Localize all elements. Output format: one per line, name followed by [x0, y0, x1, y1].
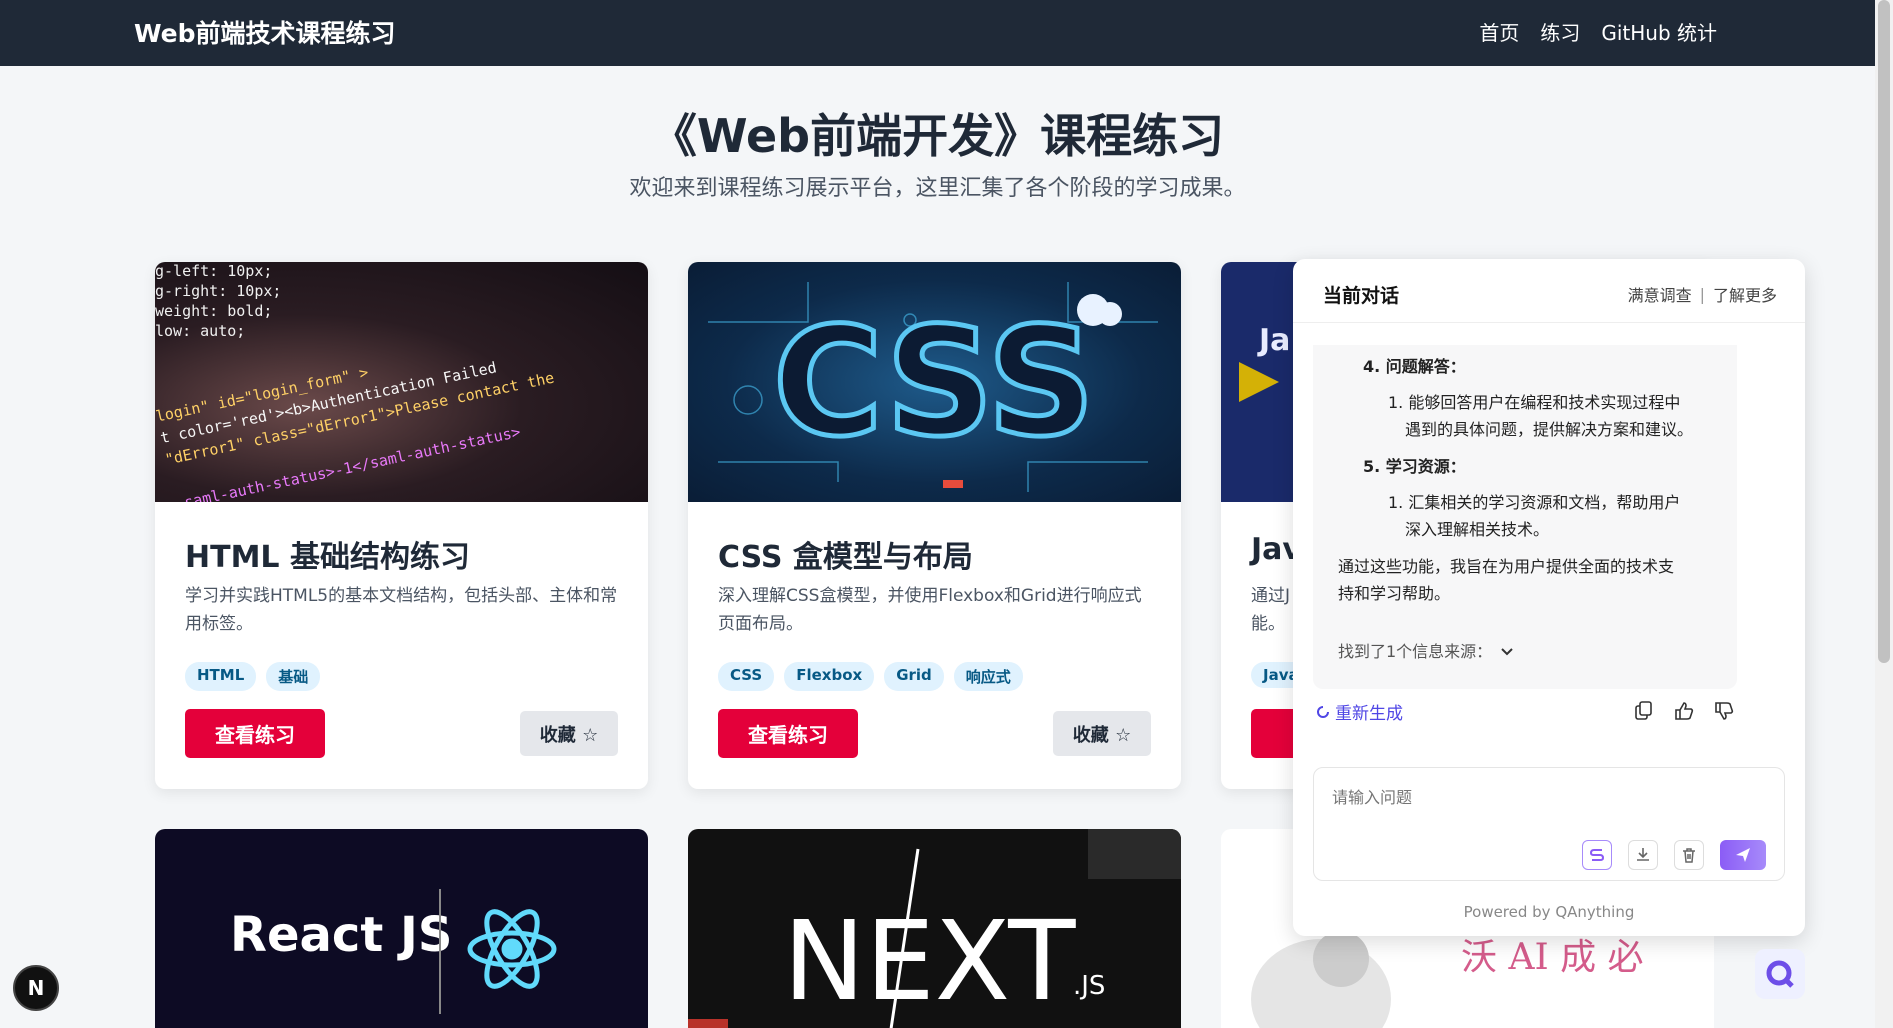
- card-title: CSS 盒模型与布局: [718, 540, 973, 575]
- card-image-css: CSS: [688, 262, 1181, 502]
- next-logo-text: NEXT: [783, 897, 1076, 1025]
- tag: Grid: [884, 662, 944, 691]
- survey-link[interactable]: 满意调查: [1628, 282, 1692, 306]
- regenerate-button[interactable]: 重新生成: [1315, 699, 1403, 724]
- message-actions: [1633, 700, 1735, 722]
- download-icon[interactable]: [1628, 840, 1658, 870]
- copy-icon[interactable]: [1633, 700, 1655, 722]
- tag: 基础: [266, 662, 321, 691]
- tag: Flexbox: [784, 662, 875, 691]
- favorite-button[interactable]: 收藏 ☆: [1053, 711, 1151, 756]
- page-title: 《Web前端开发》课程练习: [650, 109, 1225, 163]
- chevron-down-icon: [1501, 647, 1513, 655]
- chat-header-links: 满意调查 | 了解更多: [1628, 282, 1777, 306]
- nav-github-stats[interactable]: GitHub 统计: [1601, 17, 1717, 46]
- page-subtitle: 欢迎来到课程练习展示平台，这里汇集了各个阶段的学习成果。: [629, 176, 1246, 201]
- tag: 响应式: [953, 662, 1023, 691]
- qanything-launcher-button[interactable]: [1755, 949, 1805, 999]
- course-card-react: React JS: [155, 829, 648, 1028]
- tag: HTML: [185, 662, 257, 691]
- card-title: HTML 基础结构练习: [185, 540, 470, 575]
- course-card-next: NEXT .JS: [688, 829, 1181, 1028]
- summary-line: 持和学习帮助。: [1338, 584, 1451, 603]
- code-line: saml-auth-status>-1</saml-auth-status>: [183, 423, 522, 502]
- scrollbar-thumb[interactable]: [1878, 0, 1890, 663]
- code-line: g-left: 10px;: [155, 262, 272, 280]
- ai-image-text: 沃 AI 成 必: [1461, 937, 1644, 978]
- nav-practice[interactable]: 练习: [1540, 17, 1580, 46]
- chat-panel: 当前对话 满意调查 | 了解更多 4. 问题解答： 1. 能够回答用户在编程和技…: [1293, 259, 1805, 936]
- list-item-heading: 4. 问题解答：: [1363, 357, 1466, 376]
- card-description: 深入理解CSS盒模型，并使用Flexbox和Grid进行响应式页面布局。: [718, 586, 1142, 634]
- nav-links: 首页 练习 GitHub 统计: [1479, 17, 1717, 46]
- refresh-icon: [1317, 705, 1329, 718]
- send-button[interactable]: [1720, 840, 1766, 870]
- card-tags: HTML 基础: [185, 662, 321, 691]
- send-icon: [1736, 848, 1750, 862]
- tag: CSS: [718, 662, 775, 691]
- powered-by: Powered by QAnything: [1463, 903, 1635, 921]
- card-image-code: g-left: 10px; g-right: 10px; weight: bol…: [155, 262, 648, 502]
- input-toolbar: [1582, 840, 1766, 870]
- qanything-icon: [1766, 960, 1794, 988]
- react-logo-text: React JS: [230, 907, 452, 963]
- course-card-html: g-left: 10px; g-right: 10px; weight: bol…: [155, 262, 648, 789]
- list-subitem-cont: 深入理解相关技术。: [1405, 520, 1550, 539]
- css-logo-text: CSS: [773, 296, 1095, 470]
- top-nav-bar: Web前端技术课程练习 首页 练习 GitHub 统计: [0, 0, 1875, 66]
- chat-header: 当前对话 满意调查 | 了解更多: [1293, 259, 1805, 323]
- next-dev-indicator[interactable]: N: [13, 965, 59, 1011]
- favorite-button[interactable]: 收藏 ☆: [520, 711, 618, 756]
- list-subitem: 1. 能够回答用户在编程和技术实现过程中: [1388, 393, 1681, 412]
- list-subitem-cont: 遇到的具体问题，提供解决方案和建议。: [1405, 420, 1694, 439]
- learn-more-link[interactable]: 了解更多: [1713, 282, 1777, 306]
- page-scrollbar[interactable]: [1875, 0, 1893, 1028]
- chat-input-box: [1313, 767, 1785, 881]
- code-line: g-right: 10px;: [155, 282, 281, 300]
- view-practice-button[interactable]: 查看练习: [718, 709, 858, 758]
- react-atom-icon: [467, 909, 557, 989]
- brand-title[interactable]: Web前端技术课程练习: [134, 14, 396, 50]
- card-description: 学习并实践HTML5的基本文档结构，包括头部、主体和常用标签。: [185, 586, 618, 634]
- list-item-heading: 5. 学习资源：: [1363, 457, 1466, 476]
- assistant-message: 4. 问题解答： 1. 能够回答用户在编程和技术实现过程中 遇到的具体问题，提供…: [1313, 345, 1737, 689]
- nav-home[interactable]: 首页: [1479, 17, 1519, 46]
- summary-line: 通过这些功能，我旨在为用户提供全面的技术支: [1338, 557, 1675, 576]
- chat-title: 当前对话: [1323, 285, 1400, 307]
- card-tags: CSS Flexbox Grid 响应式: [718, 662, 1023, 691]
- sources-toggle[interactable]: 找到了1个信息来源：: [1338, 638, 1514, 665]
- model-switch-icon[interactable]: [1582, 840, 1612, 870]
- link-divider: |: [1699, 284, 1705, 304]
- thumbs-up-icon[interactable]: [1673, 700, 1695, 722]
- view-practice-button[interactable]: 查看练习: [185, 709, 325, 758]
- list-subitem: 1. 汇集相关的学习资源和文档，帮助用户: [1388, 493, 1681, 512]
- trash-icon[interactable]: [1674, 840, 1704, 870]
- question-input[interactable]: [1332, 788, 1752, 807]
- course-card-css: CSS CSS 盒模型与布局 深入理解CSS盒模型，并使用Flexbox和Gri…: [688, 262, 1181, 789]
- thumbs-down-icon[interactable]: [1713, 700, 1735, 722]
- code-line: low: auto;: [155, 322, 245, 340]
- next-logo-sub: .JS: [1073, 971, 1105, 1001]
- code-line: weight: bold;: [155, 302, 272, 320]
- java-logo-text: Ja: [1257, 323, 1290, 358]
